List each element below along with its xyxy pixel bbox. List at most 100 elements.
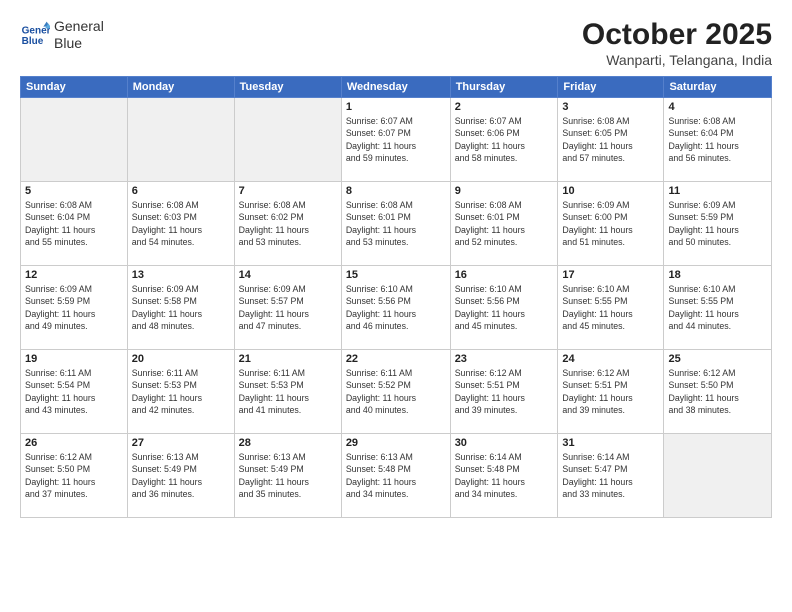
calendar-cell: 28 Sunrise: 6:13 AM Sunset: 5:49 PM Dayli… bbox=[234, 434, 341, 518]
day-number: 14 bbox=[239, 269, 337, 281]
cell-info: Sunrise: 6:07 AM Sunset: 6:07 PM Dayligh… bbox=[346, 115, 446, 164]
day-number: 15 bbox=[346, 269, 446, 281]
logo-line2: Blue bbox=[54, 35, 104, 52]
cell-info: Sunrise: 6:09 AM Sunset: 5:57 PM Dayligh… bbox=[239, 283, 337, 332]
day-number: 23 bbox=[455, 353, 554, 365]
calendar-cell: 24Sunrise: 6:12 AM Sunset: 5:51 PM Dayli… bbox=[558, 350, 664, 434]
calendar-cell: 27 Sunrise: 6:13 AM Sunset: 5:49 PM Dayli… bbox=[127, 434, 234, 518]
cell-info: Sunrise: 6:13 AM Sunset: 5:49 PM Dayligh… bbox=[132, 451, 230, 500]
calendar-header-row: SundayMondayTuesdayWednesdayThursdayFrid… bbox=[21, 77, 772, 98]
logo-text: General Blue bbox=[54, 18, 104, 52]
calendar-cell: 9 Sunrise: 6:08 AM Sunset: 6:01 PM Daylig… bbox=[450, 182, 558, 266]
day-number: 27 bbox=[132, 437, 230, 449]
day-number: 28 bbox=[239, 437, 337, 449]
day-number: 25 bbox=[668, 353, 767, 365]
day-number: 10 bbox=[562, 185, 659, 197]
day-header-monday: Monday bbox=[127, 77, 234, 98]
calendar-cell: 14 Sunrise: 6:09 AM Sunset: 5:57 PM Dayli… bbox=[234, 266, 341, 350]
week-row-1: 1Sunrise: 6:07 AM Sunset: 6:07 PM Daylig… bbox=[21, 98, 772, 182]
cell-info: Sunrise: 6:10 AM Sunset: 5:56 PM Dayligh… bbox=[346, 283, 446, 332]
calendar-cell: 18Sunrise: 6:10 AM Sunset: 5:55 PM Dayli… bbox=[664, 266, 772, 350]
cell-info: Sunrise: 6:09 AM Sunset: 5:59 PM Dayligh… bbox=[25, 283, 123, 332]
day-number: 18 bbox=[668, 269, 767, 281]
day-header-saturday: Saturday bbox=[664, 77, 772, 98]
calendar-cell bbox=[664, 434, 772, 518]
day-header-friday: Friday bbox=[558, 77, 664, 98]
calendar-cell bbox=[21, 98, 128, 182]
cell-info: Sunrise: 6:08 AM Sunset: 6:02 PM Dayligh… bbox=[239, 199, 337, 248]
calendar-cell: 4 Sunrise: 6:08 AM Sunset: 6:04 PM Daylig… bbox=[664, 98, 772, 182]
header: General Blue General Blue October 2025 W… bbox=[20, 18, 772, 68]
calendar-cell: 5Sunrise: 6:08 AM Sunset: 6:04 PM Daylig… bbox=[21, 182, 128, 266]
day-header-sunday: Sunday bbox=[21, 77, 128, 98]
day-number: 30 bbox=[455, 437, 554, 449]
calendar-cell: 10Sunrise: 6:09 AM Sunset: 6:00 PM Dayli… bbox=[558, 182, 664, 266]
cell-info: Sunrise: 6:08 AM Sunset: 6:04 PM Dayligh… bbox=[668, 115, 767, 164]
calendar-cell: 1Sunrise: 6:07 AM Sunset: 6:07 PM Daylig… bbox=[341, 98, 450, 182]
calendar-cell: 16Sunrise: 6:10 AM Sunset: 5:56 PM Dayli… bbox=[450, 266, 558, 350]
calendar-cell: 3Sunrise: 6:08 AM Sunset: 6:05 PM Daylig… bbox=[558, 98, 664, 182]
calendar-cell: 26 Sunrise: 6:12 AM Sunset: 5:50 PM Dayli… bbox=[21, 434, 128, 518]
cell-info: Sunrise: 6:11 AM Sunset: 5:53 PM Dayligh… bbox=[239, 367, 337, 416]
logo-line1: General bbox=[54, 18, 104, 35]
cell-info: Sunrise: 6:08 AM Sunset: 6:03 PM Dayligh… bbox=[132, 199, 230, 248]
calendar-cell: 7 Sunrise: 6:08 AM Sunset: 6:02 PM Daylig… bbox=[234, 182, 341, 266]
calendar-cell: 13Sunrise: 6:09 AM Sunset: 5:58 PM Dayli… bbox=[127, 266, 234, 350]
cell-info: Sunrise: 6:12 AM Sunset: 5:50 PM Dayligh… bbox=[25, 451, 123, 500]
cell-info: Sunrise: 6:11 AM Sunset: 5:53 PM Dayligh… bbox=[132, 367, 230, 416]
day-number: 26 bbox=[25, 437, 123, 449]
day-number: 11 bbox=[668, 185, 767, 197]
day-number: 21 bbox=[239, 353, 337, 365]
day-number: 6 bbox=[132, 185, 230, 197]
day-number: 24 bbox=[562, 353, 659, 365]
day-number: 7 bbox=[239, 185, 337, 197]
cell-info: Sunrise: 6:14 AM Sunset: 5:47 PM Dayligh… bbox=[562, 451, 659, 500]
cell-info: Sunrise: 6:09 AM Sunset: 5:58 PM Dayligh… bbox=[132, 283, 230, 332]
calendar-cell bbox=[234, 98, 341, 182]
cell-info: Sunrise: 6:09 AM Sunset: 5:59 PM Dayligh… bbox=[668, 199, 767, 248]
calendar-cell: 19 Sunrise: 6:11 AM Sunset: 5:54 PM Dayli… bbox=[21, 350, 128, 434]
cell-info: Sunrise: 6:11 AM Sunset: 5:54 PM Dayligh… bbox=[25, 367, 123, 416]
cell-info: Sunrise: 6:08 AM Sunset: 6:04 PM Dayligh… bbox=[25, 199, 123, 248]
calendar-cell: 2Sunrise: 6:07 AM Sunset: 6:06 PM Daylig… bbox=[450, 98, 558, 182]
day-number: 3 bbox=[562, 101, 659, 113]
svg-text:General: General bbox=[22, 25, 50, 36]
day-number: 8 bbox=[346, 185, 446, 197]
page: General Blue General Blue October 2025 W… bbox=[0, 0, 792, 612]
month-title: October 2025 bbox=[582, 18, 772, 52]
calendar-cell: 23 Sunrise: 6:12 AM Sunset: 5:51 PM Dayli… bbox=[450, 350, 558, 434]
calendar-cell: 11 Sunrise: 6:09 AM Sunset: 5:59 PM Dayli… bbox=[664, 182, 772, 266]
cell-info: Sunrise: 6:10 AM Sunset: 5:56 PM Dayligh… bbox=[455, 283, 554, 332]
cell-info: Sunrise: 6:08 AM Sunset: 6:01 PM Dayligh… bbox=[455, 199, 554, 248]
day-number: 17 bbox=[562, 269, 659, 281]
cell-info: Sunrise: 6:13 AM Sunset: 5:49 PM Dayligh… bbox=[239, 451, 337, 500]
week-row-4: 19 Sunrise: 6:11 AM Sunset: 5:54 PM Dayli… bbox=[21, 350, 772, 434]
title-block: October 2025 Wanparti, Telangana, India bbox=[582, 18, 772, 68]
calendar-cell: 25 Sunrise: 6:12 AM Sunset: 5:50 PM Dayli… bbox=[664, 350, 772, 434]
day-number: 9 bbox=[455, 185, 554, 197]
calendar-cell: 22Sunrise: 6:11 AM Sunset: 5:52 PM Dayli… bbox=[341, 350, 450, 434]
day-header-thursday: Thursday bbox=[450, 77, 558, 98]
day-number: 22 bbox=[346, 353, 446, 365]
calendar: SundayMondayTuesdayWednesdayThursdayFrid… bbox=[20, 76, 772, 518]
cell-info: Sunrise: 6:12 AM Sunset: 5:50 PM Dayligh… bbox=[668, 367, 767, 416]
calendar-cell bbox=[127, 98, 234, 182]
cell-info: Sunrise: 6:13 AM Sunset: 5:48 PM Dayligh… bbox=[346, 451, 446, 500]
day-number: 12 bbox=[25, 269, 123, 281]
day-number: 4 bbox=[668, 101, 767, 113]
cell-info: Sunrise: 6:12 AM Sunset: 5:51 PM Dayligh… bbox=[455, 367, 554, 416]
cell-info: Sunrise: 6:10 AM Sunset: 5:55 PM Dayligh… bbox=[562, 283, 659, 332]
week-row-2: 5Sunrise: 6:08 AM Sunset: 6:04 PM Daylig… bbox=[21, 182, 772, 266]
cell-info: Sunrise: 6:08 AM Sunset: 6:01 PM Dayligh… bbox=[346, 199, 446, 248]
day-header-wednesday: Wednesday bbox=[341, 77, 450, 98]
day-number: 31 bbox=[562, 437, 659, 449]
calendar-cell: 29Sunrise: 6:13 AM Sunset: 5:48 PM Dayli… bbox=[341, 434, 450, 518]
week-row-3: 12 Sunrise: 6:09 AM Sunset: 5:59 PM Dayli… bbox=[21, 266, 772, 350]
calendar-cell: 6 Sunrise: 6:08 AM Sunset: 6:03 PM Daylig… bbox=[127, 182, 234, 266]
svg-text:Blue: Blue bbox=[22, 36, 44, 47]
calendar-cell: 8 Sunrise: 6:08 AM Sunset: 6:01 PM Daylig… bbox=[341, 182, 450, 266]
day-number: 19 bbox=[25, 353, 123, 365]
day-number: 20 bbox=[132, 353, 230, 365]
week-row-5: 26 Sunrise: 6:12 AM Sunset: 5:50 PM Dayli… bbox=[21, 434, 772, 518]
location: Wanparti, Telangana, India bbox=[582, 52, 772, 68]
